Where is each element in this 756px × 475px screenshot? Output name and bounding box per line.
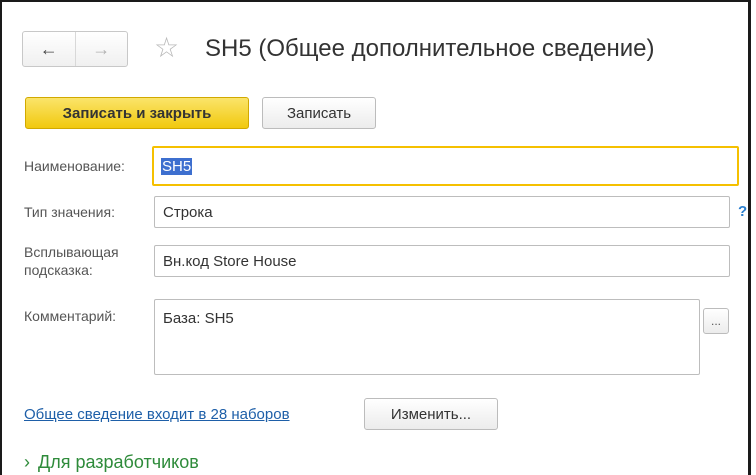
chevron-right-icon: ›: [24, 452, 30, 472]
sets-link[interactable]: Общее сведение входит в 28 наборов: [24, 406, 290, 423]
forward-arrow-icon[interactable]: →: [74, 32, 128, 66]
tooltip-value: Вн.код Store House: [163, 252, 297, 270]
value-type-label: Тип значения:: [24, 204, 115, 220]
save-button[interactable]: Записать: [262, 97, 376, 129]
name-value: SH5: [161, 157, 193, 175]
page-title: SH5 (Общее дополнительное сведение): [205, 35, 655, 62]
comment-value: База: SH5: [163, 310, 234, 327]
name-label: Наименование:: [24, 158, 125, 174]
developers-section-toggle[interactable]: › Для разработчиков: [24, 452, 199, 473]
comment-textarea[interactable]: База: SH5: [154, 299, 700, 375]
comment-choose-button[interactable]: ...: [703, 308, 729, 334]
navigation-buttons: ← →: [22, 31, 128, 67]
developers-label: Для разработчиков: [38, 452, 199, 472]
change-button[interactable]: Изменить...: [364, 398, 498, 430]
tooltip-label-line2: подсказка:: [24, 262, 93, 278]
value-type-field[interactable]: Строка: [154, 196, 730, 228]
save-and-close-button[interactable]: Записать и закрыть: [25, 97, 249, 129]
back-arrow-icon[interactable]: ←: [23, 32, 75, 66]
tooltip-field[interactable]: Вн.код Store House: [154, 245, 730, 277]
name-field[interactable]: SH5: [152, 146, 739, 186]
help-icon[interactable]: ?: [738, 203, 747, 220]
tooltip-label-line1: Всплывающая: [24, 244, 119, 260]
favorite-star-icon[interactable]: ☆: [154, 30, 179, 66]
comment-label: Комментарий:: [24, 308, 117, 324]
value-type-value: Строка: [163, 203, 213, 221]
